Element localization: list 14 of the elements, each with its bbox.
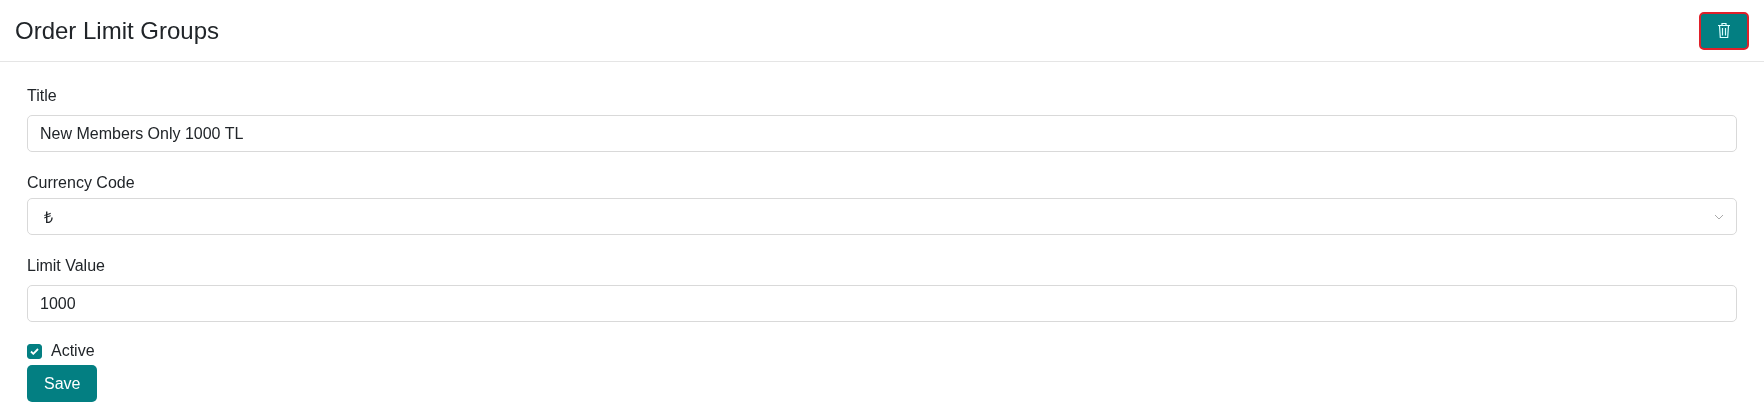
page-title: Order Limit Groups: [15, 16, 220, 45]
field-label: Limit Value: [27, 257, 106, 275]
active-checkbox[interactable]: [27, 343, 42, 359]
text-field[interactable]: 1000: [27, 285, 1737, 322]
field-label: Currency Code: [27, 174, 136, 192]
check-icon: [30, 347, 39, 355]
text-field[interactable]: New Members Only 1000 TL: [27, 115, 1737, 152]
field-label: Title: [27, 87, 58, 105]
save-button[interactable]: Save: [27, 365, 98, 402]
delete-button[interactable]: [1699, 11, 1749, 50]
chevron-down-icon: [1714, 213, 1724, 220]
trash-icon: [1717, 22, 1731, 39]
currency-select[interactable]: ₺: [27, 198, 1737, 235]
checkbox-label: Active: [51, 342, 95, 360]
